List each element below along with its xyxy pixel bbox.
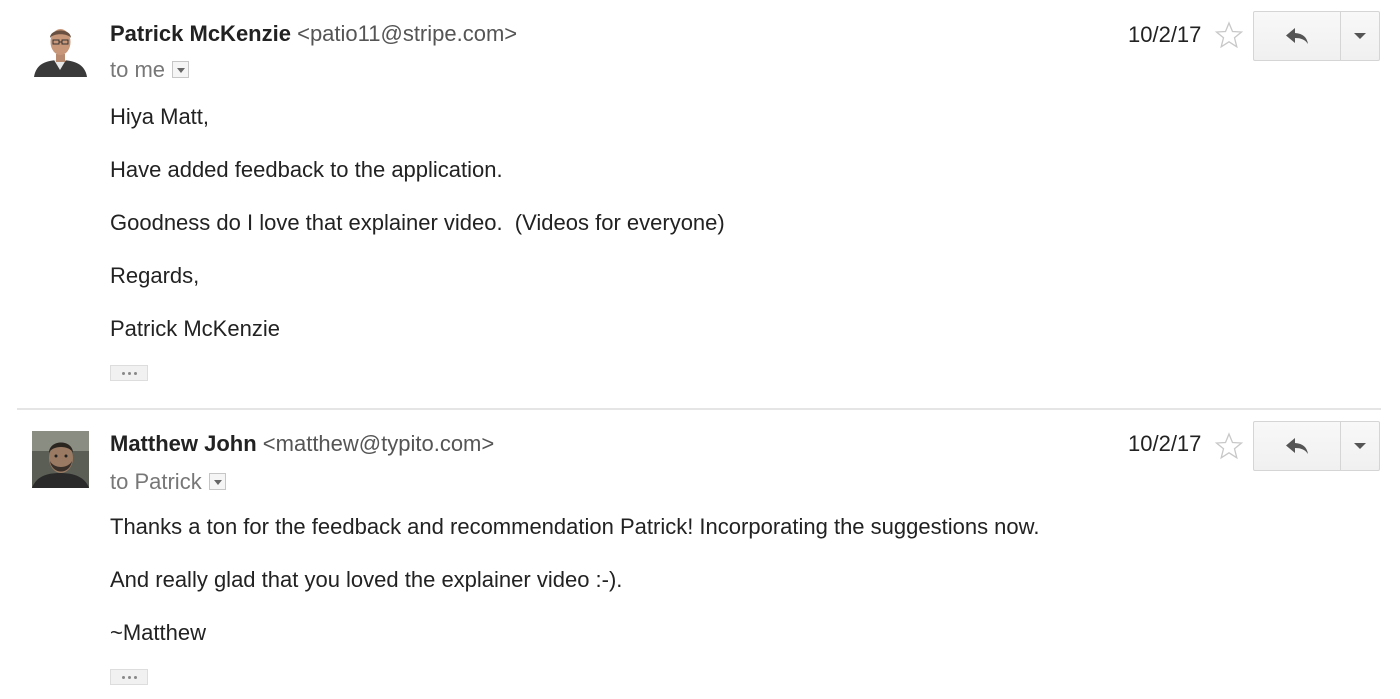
sender-line: Matthew John <matthew@typito.com> <box>110 431 494 457</box>
avatar-photo-icon <box>32 20 89 77</box>
show-details-toggle[interactable] <box>172 60 190 78</box>
reply-button-group <box>1253 11 1380 61</box>
body-line: ~Matthew <box>110 620 206 645</box>
sender-name[interactable]: Patrick McKenzie <box>110 21 291 46</box>
body-line: Regards, <box>110 263 200 288</box>
star-button[interactable] <box>1214 20 1244 50</box>
message-body: Thanks a ton for the feedback and recomm… <box>110 514 1039 673</box>
sender-email: <matthew@typito.com> <box>262 431 495 456</box>
recipient-line: to Patrick <box>110 469 226 495</box>
body-line: Thanks a ton for the feedback and recomm… <box>110 514 1040 539</box>
star-outline-icon <box>1214 21 1244 49</box>
more-options-button[interactable] <box>1341 422 1379 470</box>
show-trimmed-content-button[interactable] <box>110 365 148 381</box>
star-button[interactable] <box>1214 431 1244 461</box>
chevron-down-icon <box>1354 33 1366 39</box>
chevron-down-icon <box>1354 443 1366 449</box>
sender-name[interactable]: Matthew John <box>110 431 257 456</box>
star-outline-icon <box>1214 432 1244 460</box>
recipient-text: to me <box>110 57 166 82</box>
reply-button[interactable] <box>1254 12 1341 60</box>
ellipsis-icon <box>121 675 125 679</box>
show-details-toggle[interactable] <box>208 472 226 490</box>
ellipsis-icon <box>121 371 125 375</box>
message-date[interactable]: 10/2/17 <box>1128 431 1201 457</box>
body-line: Have added feedback to the application. <box>110 157 503 182</box>
body-line: Patrick McKenzie <box>110 316 280 341</box>
more-options-button[interactable] <box>1341 12 1379 60</box>
recipient-text: to Patrick <box>110 469 202 494</box>
email-message-2: Matthew John <matthew@typito.com> to Pat… <box>0 410 1400 699</box>
avatar-photo-icon <box>32 431 89 488</box>
message-body: Hiya Matt, Have added feedback to the ap… <box>110 104 725 369</box>
email-message-1: Patrick McKenzie <patio11@stripe.com> to… <box>0 0 1400 408</box>
message-date[interactable]: 10/2/17 <box>1128 22 1201 48</box>
reply-button[interactable] <box>1254 422 1341 470</box>
sender-email: <patio11@stripe.com> <box>297 21 518 46</box>
sender-avatar[interactable] <box>32 431 89 488</box>
reply-button-group <box>1253 421 1380 471</box>
body-line: Hiya Matt, <box>110 104 210 129</box>
sender-line: Patrick McKenzie <patio11@stripe.com> <box>110 21 517 47</box>
reply-arrow-icon <box>1286 28 1308 44</box>
reply-arrow-icon <box>1286 438 1308 454</box>
body-line: Goodness do I love that explainer video.… <box>110 210 725 235</box>
show-trimmed-content-button[interactable] <box>110 669 148 685</box>
sender-avatar[interactable] <box>32 20 89 77</box>
recipient-line: to me <box>110 57 190 83</box>
body-line: And really glad that you loved the expla… <box>110 567 623 592</box>
